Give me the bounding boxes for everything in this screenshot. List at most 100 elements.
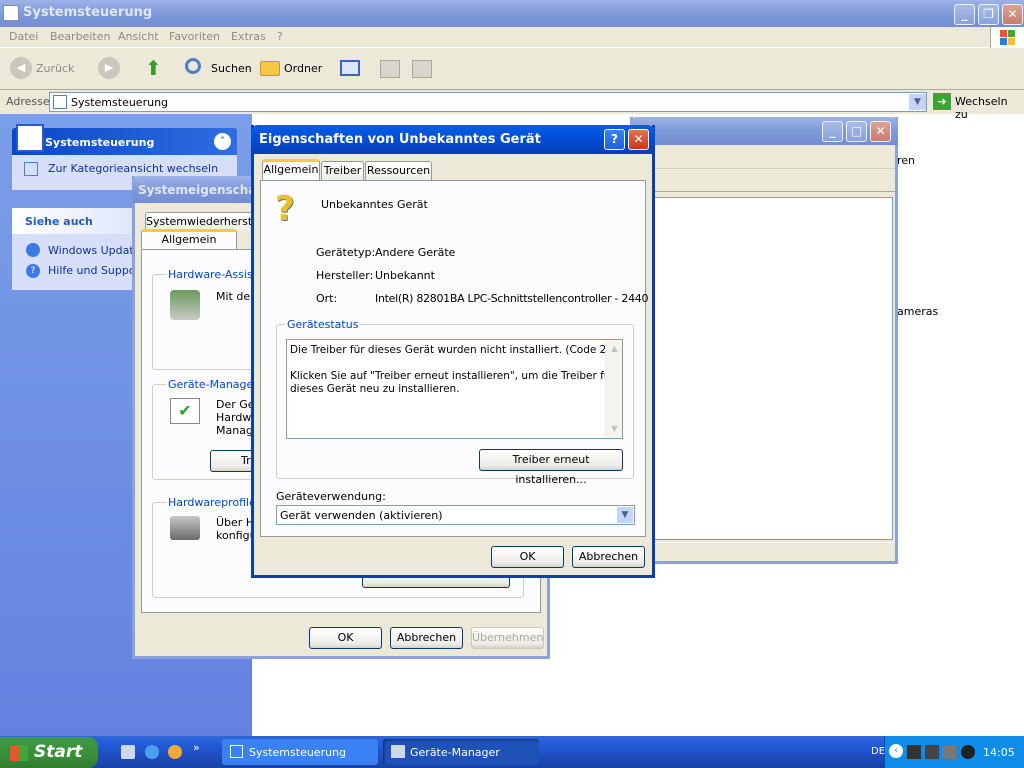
folders-button[interactable]: Ordner: [258, 56, 328, 82]
taskbar: Start » Systemsteuerung Geräte-Manager D…: [0, 736, 1024, 768]
device-manager-titlebar[interactable]: _ □ ✕: [630, 117, 898, 145]
tab-allgemein-sys[interactable]: Allgemein: [141, 229, 237, 251]
menu-datei[interactable]: Datei: [9, 30, 38, 43]
dm-tree[interactable]: [635, 197, 893, 540]
windows-update-link[interactable]: Windows Update: [48, 244, 140, 257]
tray-network-icon[interactable]: [907, 745, 921, 759]
copy-to-icon[interactable]: [412, 60, 432, 78]
move-to-icon[interactable]: [380, 60, 400, 78]
control-panel-icon: [3, 5, 19, 21]
chevron-down-icon[interactable]: ▼: [617, 507, 633, 523]
tray-hardware-icon[interactable]: [943, 745, 957, 759]
dialog-ok-button[interactable]: OK: [491, 546, 564, 568]
views-icon[interactable]: [340, 60, 360, 76]
search-button[interactable]: Suchen: [183, 56, 252, 82]
dm-statusbar: [633, 542, 895, 560]
address-input[interactable]: Systemsteuerung ▼: [49, 92, 927, 112]
device-status-textbox[interactable]: Die Treiber für dieses Gerät wurden nich…: [286, 339, 623, 439]
switch-view-icon: [24, 162, 38, 176]
sys-ok-button[interactable]: OK: [309, 627, 382, 649]
dialog-cancel-button[interactable]: Abbrechen: [572, 546, 645, 568]
windows-update-icon: [26, 243, 40, 257]
device-usage-label: Geräteverwendung:: [276, 490, 386, 503]
control-panel-box-header: Systemsteuerung ⌃: [12, 124, 237, 155]
explorer-titlebar[interactable]: Systemsteuerung _ ❐ ✕: [0, 0, 1024, 27]
go-button[interactable]: ➜ Wechseln zu: [932, 92, 1022, 121]
control-panel-box-icon: [16, 124, 44, 152]
back-arrow-icon: ◀: [10, 57, 32, 79]
location-value: Intel(R) 82801BA LPC-Schnittstellencontr…: [375, 292, 649, 305]
tab-allgemein[interactable]: Allgemein: [262, 159, 320, 181]
tray-expand-icon[interactable]: ‹: [889, 744, 903, 758]
task-device-manager[interactable]: Geräte-Manager: [383, 739, 539, 765]
location-label: Ort:: [316, 292, 338, 305]
quick-launch-more-icon[interactable]: »: [193, 741, 200, 754]
quick-launch-ie-icon[interactable]: [145, 745, 159, 759]
chevron-down-icon[interactable]: ▼: [909, 94, 926, 110]
dm-close-button[interactable]: ✕: [870, 121, 891, 142]
dialog-close-button[interactable]: ✕: [628, 129, 649, 150]
status-scrollbar[interactable]: ▲ ▼: [605, 340, 622, 438]
menu-help[interactable]: ?: [277, 30, 283, 43]
menu-favoriten[interactable]: Favoriten: [169, 30, 220, 43]
language-indicator[interactable]: DE: [871, 746, 885, 757]
tray-bug-icon[interactable]: [961, 745, 975, 759]
hardware-profiles-icon: [170, 516, 200, 540]
device-manager-icon: ✔: [170, 398, 200, 424]
manufacturer-label: Hersteller:: [316, 269, 374, 282]
control-panel-box-title: Systemsteuerung: [45, 136, 155, 149]
tab-ressourcen[interactable]: Ressourcen: [365, 161, 432, 181]
sys-cancel-button[interactable]: Abbrechen: [390, 627, 463, 649]
help-button[interactable]: ?: [604, 129, 625, 150]
menu-bearbeiten[interactable]: Bearbeiten: [50, 30, 110, 43]
back-button[interactable]: ◀ Zurück: [8, 56, 88, 82]
scroll-down-icon[interactable]: ▼: [607, 421, 622, 436]
content-fragment-1: ren: [897, 154, 916, 167]
start-button[interactable]: Start: [0, 737, 98, 768]
switch-view-link[interactable]: Zur Kategorieansicht wechseln: [48, 162, 218, 175]
help-icon: ?: [26, 264, 40, 278]
folder-icon: [260, 61, 280, 76]
reinstall-driver-button[interactable]: Treiber erneut installieren...: [479, 449, 623, 486]
forward-arrow-icon[interactable]: ▶: [98, 57, 120, 79]
address-bar: Adresse Systemsteuerung ▼ ➜ Wechseln zu: [0, 90, 1024, 121]
device-status-label: Gerätestatus: [285, 318, 361, 331]
address-label: Adresse: [6, 95, 50, 108]
tray-app-icon[interactable]: [925, 745, 939, 759]
unknown-device-icon: ?: [275, 189, 295, 229]
sys-apply-button[interactable]: Übernehmen: [471, 627, 544, 649]
dm-toolbar: [633, 170, 895, 192]
up-folder-icon[interactable]: ⬆: [145, 57, 167, 79]
dm-maximize-button[interactable]: □: [846, 121, 867, 142]
search-icon: [185, 58, 201, 74]
minimize-button[interactable]: _: [954, 4, 975, 25]
restore-button[interactable]: ❐: [978, 4, 999, 25]
close-button[interactable]: ✕: [1002, 4, 1023, 25]
collapse-icon[interactable]: ⌃: [214, 133, 231, 150]
tab-treiber[interactable]: Treiber: [321, 161, 364, 181]
quick-launch-desktop-icon[interactable]: [121, 745, 135, 759]
task-systemsteuerung[interactable]: Systemsteuerung: [222, 739, 378, 765]
help-support-link[interactable]: Hilfe und Support: [48, 264, 144, 277]
task-control-panel-icon: [230, 745, 243, 758]
control-panel-small-icon: [53, 95, 67, 109]
toolbar: ◀ Zurück ▶ ⬆ Suchen Ordner: [0, 48, 1024, 90]
device-name: Unbekanntes Gerät: [321, 198, 428, 211]
device-usage-select[interactable]: Gerät verwenden (aktivieren) ▼: [276, 505, 635, 525]
task-device-manager-icon: [391, 745, 405, 758]
windows-logo: [990, 27, 1024, 48]
scroll-up-icon[interactable]: ▲: [607, 341, 622, 356]
dm-minimize-button[interactable]: _: [822, 121, 843, 142]
clock: 14:05: [983, 746, 1015, 759]
start-windows-icon: [10, 745, 28, 761]
hardware-wizard-icon: [170, 290, 200, 320]
device-properties-titlebar[interactable]: Eigenschaften von Unbekanntes Gerät ? ✕: [251, 125, 655, 154]
menu-bar: Datei Bearbeiten Ansicht Favoriten Extra…: [0, 27, 1024, 48]
menu-ansicht[interactable]: Ansicht: [118, 30, 159, 43]
menu-extras[interactable]: Extras: [231, 30, 266, 43]
dm-menubar: [633, 147, 895, 169]
quick-launch-media-icon[interactable]: [168, 745, 182, 759]
manufacturer-value: Unbekannt: [375, 269, 435, 282]
go-arrow-icon: ➜: [933, 93, 951, 110]
device-general-page: ? Unbekanntes Gerät Gerätetyp: Andere Ge…: [260, 180, 649, 537]
